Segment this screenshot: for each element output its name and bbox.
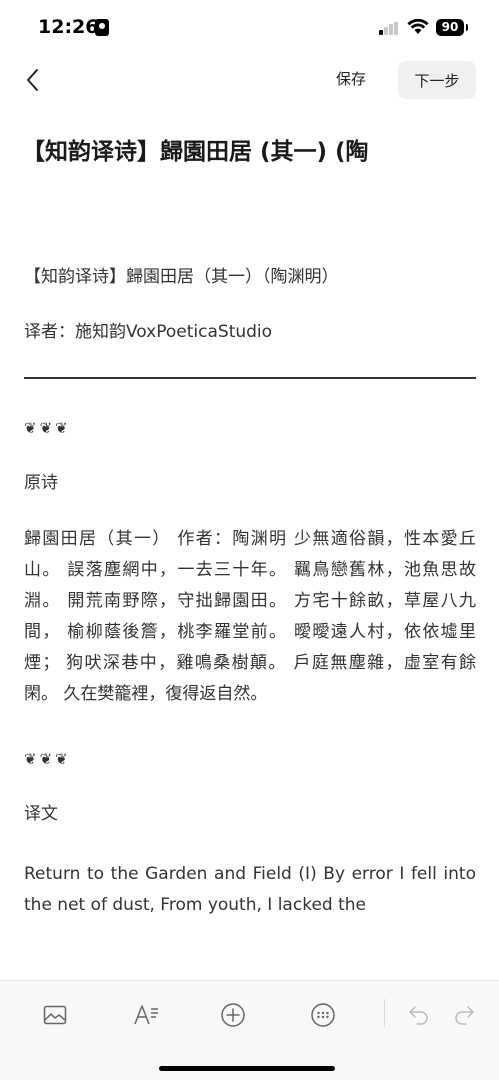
nav-bar: 保存 下一步 [0, 58, 499, 104]
text-format-icon [134, 1005, 158, 1025]
document-body[interactable]: 【知韵译诗】歸園田居（其一）（陶渊明） 译者：施知韵VoxPoeticaStud… [24, 262, 476, 921]
translation-text: Return to the Garden and Field (I) By er… [24, 864, 476, 915]
undo-icon [409, 1006, 428, 1025]
next-step-button[interactable]: 下一步 [398, 61, 476, 99]
home-indicator [159, 1066, 335, 1071]
editor-toolbar [0, 980, 499, 1080]
section-heading-translation: 译文 [24, 804, 58, 824]
image-icon [43, 1005, 67, 1025]
chevron-left-icon [27, 69, 38, 91]
document-subtitle: 【知韵译诗】歸園田居（其一）（陶渊明） [24, 267, 339, 287]
insert-image-button[interactable] [37, 997, 73, 1033]
add-icon [221, 1003, 245, 1027]
horizontal-divider [24, 377, 476, 379]
undo-button[interactable] [401, 997, 437, 1033]
translator-line: 译者：施知韵VoxPoeticaStudio [24, 322, 273, 342]
ornament-divider: ❦❦❦ [24, 750, 71, 768]
more-options-button[interactable] [305, 997, 341, 1033]
status-bar: 12:26 90 [0, 0, 499, 58]
orientation-lock-icon [95, 19, 109, 36]
redo-button[interactable] [446, 997, 482, 1033]
cellular-signal-icon [379, 22, 399, 35]
redo-icon [455, 1006, 474, 1025]
insert-button[interactable] [215, 997, 251, 1033]
ornament-divider: ❦❦❦ [24, 419, 71, 437]
wifi-icon [407, 19, 429, 34]
battery-icon: 90 [436, 19, 468, 36]
poem-text: 歸園田居（其一） 作者：陶渊明 少無適俗韻，性本愛丘山。 誤落塵網中，一去三十年… [24, 529, 476, 704]
toolbar-divider [384, 999, 385, 1027]
text-format-button[interactable] [128, 997, 164, 1033]
document-title[interactable]: 【知韵译诗】歸園田居 (其一) (陶 [22, 132, 482, 166]
back-button[interactable] [14, 62, 50, 98]
more-icon [311, 1003, 335, 1027]
status-time: 12:26 [38, 16, 99, 38]
section-heading-original: 原诗 [24, 473, 58, 493]
save-button[interactable]: 保存 [336, 68, 366, 89]
